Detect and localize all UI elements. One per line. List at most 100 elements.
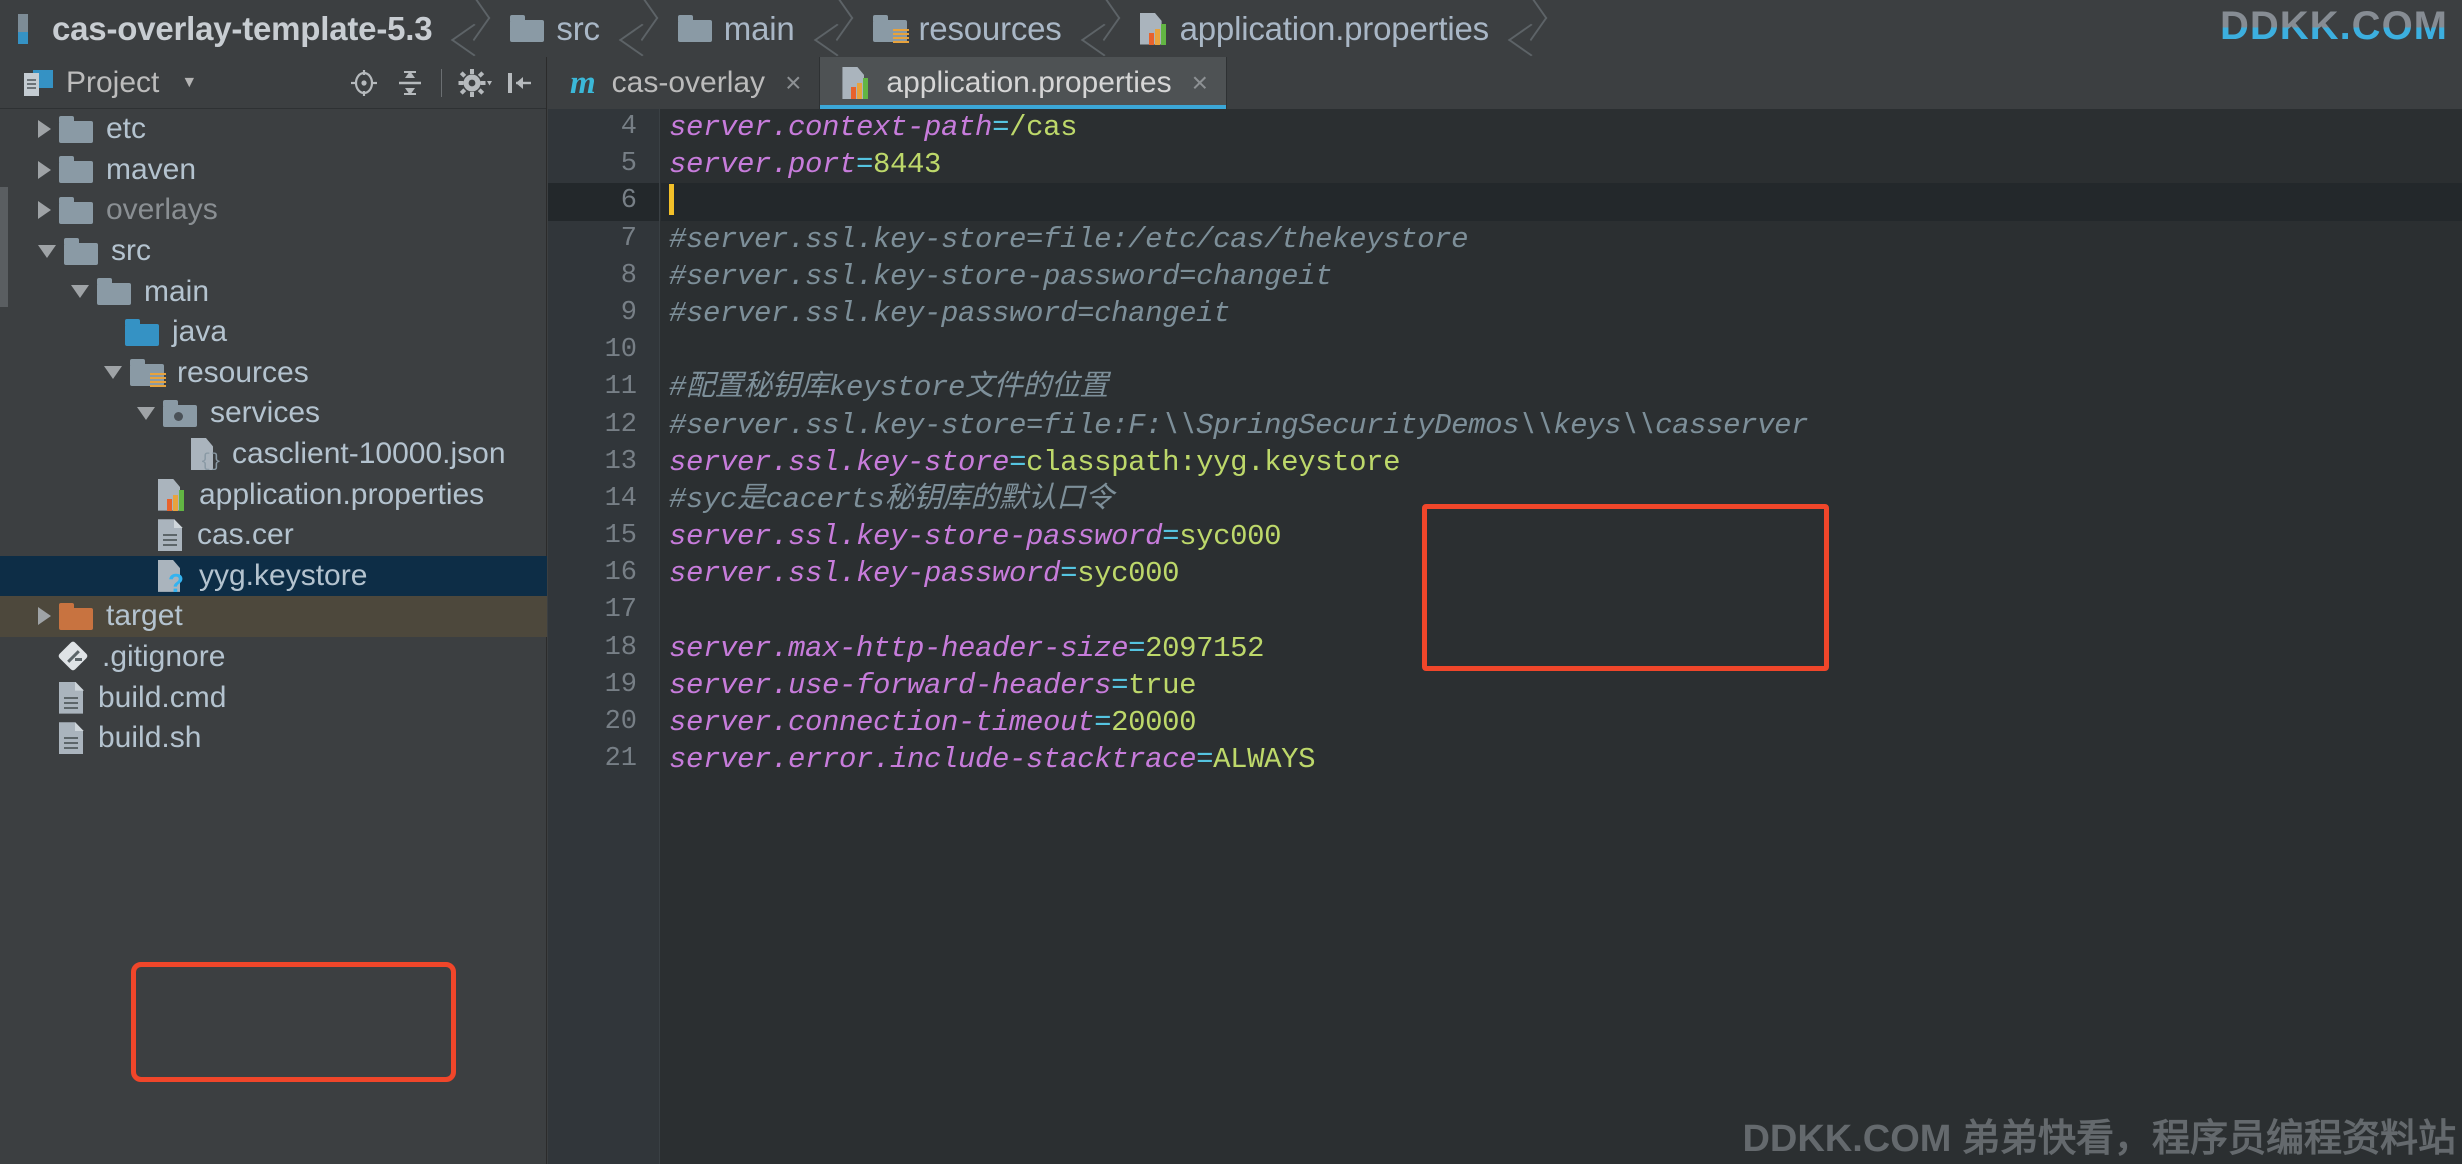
tab-label: cas-overlay (611, 66, 766, 99)
code-line[interactable]: server.error.include-stacktrace=ALWAYS (661, 741, 2462, 778)
tree-node-label: resources (177, 355, 309, 389)
watermark-bottom: DDKK.COM 弟弟快看，程序员编程资料站 (1742, 1107, 2456, 1162)
hide-panel-icon[interactable] (504, 68, 534, 98)
line-number: 8 (620, 260, 637, 291)
idea-window: cas-overlay-template-5.3 src main resour… (0, 0, 2462, 1164)
chevron-down-icon[interactable] (104, 366, 122, 380)
project-panel-title: Project (66, 65, 160, 99)
editor-area: m cas-overlay × application.properties ×… (548, 57, 2462, 1164)
chevron-right-icon[interactable] (38, 160, 51, 179)
folder-icon (59, 115, 93, 143)
tab-cas-overlay[interactable]: m cas-overlay × (548, 57, 821, 109)
chevron-down-icon[interactable]: ▼ (181, 74, 197, 92)
breadcrumb-item-main[interactable]: main (660, 0, 821, 57)
code-line[interactable]: server.ssl.key-store=classpath:yyg.keyst… (661, 444, 2462, 481)
tree-node-label: build.cmd (98, 680, 227, 714)
code-line[interactable]: #server.ssl.key-password=changeit (661, 295, 2462, 332)
chevron-right-icon[interactable] (38, 607, 51, 626)
tree-node[interactable]: {} casclient-10000.json (0, 434, 547, 475)
code-line[interactable] (661, 592, 2462, 629)
chevron-down-icon[interactable] (137, 406, 155, 420)
breadcrumb-item-resources[interactable]: resources (855, 0, 1088, 57)
chevron-down-icon[interactable] (71, 285, 89, 299)
property-key: server.max-http-header-size (669, 631, 1129, 665)
line-number: 21 (604, 744, 637, 775)
resources-folder-icon (872, 15, 909, 43)
code-line[interactable]: server.port=8443 (661, 146, 2462, 183)
line-number: 9 (620, 297, 637, 328)
code-line[interactable]: server.use-forward-headers=true (661, 667, 2462, 704)
tree-node[interactable]: main (0, 271, 547, 312)
git-file-icon (57, 640, 89, 672)
code-line[interactable]: server.max-http-header-size=2097152 (661, 630, 2462, 667)
code-line[interactable]: server.ssl.key-password=syc000 (661, 555, 2462, 592)
equals-sign: = (856, 148, 874, 182)
tree-node[interactable]: maven (0, 150, 547, 191)
close-icon[interactable]: × (785, 69, 801, 97)
line-number: 16 (604, 558, 637, 589)
tree-node[interactable]: target (0, 596, 547, 637)
line-number: 14 (604, 483, 637, 514)
tree-node[interactable]: application.properties (0, 474, 547, 515)
chevron-right-icon[interactable] (38, 120, 51, 139)
folder-icon (97, 278, 131, 306)
tree-node[interactable]: build.cmd (0, 677, 547, 718)
code-line[interactable]: server.connection-timeout=20000 (661, 704, 2462, 741)
line-number: 6 (548, 183, 659, 221)
breadcrumb-label: src (556, 9, 600, 47)
code-line[interactable]: server.context-path=/cas (661, 109, 2462, 146)
watermark-top: DDKK.COM (2220, 4, 2448, 48)
text-file-icon (158, 519, 184, 552)
breadcrumb-item-src[interactable]: src (492, 0, 625, 57)
code-line[interactable]: #syc是cacerts秘钥库的默认口令 (661, 481, 2462, 518)
code-content[interactable]: server.context-path=/cas server.port=8443… (661, 109, 2462, 1164)
comment-text: #server.ssl.key-store=file:/etc/cas/thek… (669, 222, 1469, 256)
chevron-down-icon[interactable] (38, 244, 56, 258)
equals-sign: = (1162, 520, 1180, 554)
code-line[interactable]: #server.ssl.key-store-password=changeit (661, 258, 2462, 295)
tree-node[interactable]: services (0, 393, 547, 434)
locate-target-icon[interactable] (349, 68, 379, 98)
tree-node[interactable]: ? yyg.keystore (0, 555, 547, 597)
tree-node[interactable]: src (0, 231, 547, 272)
code-line[interactable] (661, 183, 2462, 221)
tree-node[interactable]: overlays (0, 190, 547, 231)
close-icon[interactable]: × (1192, 69, 1208, 97)
breadcrumb-separator-icon (821, 0, 855, 57)
equals-sign: = (1009, 445, 1027, 479)
code-editor[interactable]: 4 5 6 7 8 9 10 11 12 13 14 15 16 17 18 19 20 21 server.co… (548, 109, 2462, 1164)
tree-node[interactable]: etc (0, 109, 547, 150)
code-line[interactable] (661, 332, 2462, 369)
json-file-icon: {} (191, 438, 222, 471)
maven-m-icon: m (570, 65, 596, 101)
tree-node[interactable]: java (0, 312, 547, 353)
services-folder-icon (163, 399, 197, 427)
chevron-right-icon[interactable] (38, 201, 51, 220)
text-file-icon (59, 681, 85, 714)
equals-sign: = (1094, 706, 1112, 739)
tree-node[interactable]: build.sh (0, 718, 547, 759)
tab-application-properties[interactable]: application.properties × (820, 57, 1227, 109)
breadcrumb-item-module[interactable]: cas-overlay-template-5.3 (0, 0, 458, 57)
code-line[interactable]: #server.ssl.key-store=file:/etc/cas/thek… (661, 221, 2462, 258)
code-line[interactable]: #server.ssl.key-store=file:F:\\SpringSec… (661, 407, 2462, 444)
editor-tabbar: m cas-overlay × application.properties × (548, 57, 2462, 109)
settings-gear-icon[interactable] (458, 68, 492, 98)
tree-node[interactable]: .gitignore (0, 637, 547, 678)
line-number: 4 (620, 112, 637, 142)
tree-node[interactable]: cas.cer (0, 515, 547, 556)
code-line[interactable]: #配置秘钥库keystore文件的位置 (661, 369, 2462, 406)
property-value: ALWAYS (1213, 743, 1316, 777)
property-key: server.port (669, 148, 857, 182)
property-value: 8443 (873, 148, 942, 182)
equals-sign: = (1196, 743, 1214, 777)
line-number: 19 (604, 669, 637, 700)
collapse-all-icon[interactable] (395, 68, 425, 98)
breadcrumb-item-file[interactable]: application.properties (1122, 0, 1515, 57)
tree-node[interactable]: resources (0, 353, 547, 394)
equals-sign: = (1060, 557, 1078, 591)
properties-file-icon (1139, 12, 1168, 45)
code-line[interactable]: server.ssl.key-store-password=syc000 (661, 518, 2462, 555)
line-number: 11 (604, 372, 637, 403)
property-key: server.context-path (669, 111, 993, 144)
